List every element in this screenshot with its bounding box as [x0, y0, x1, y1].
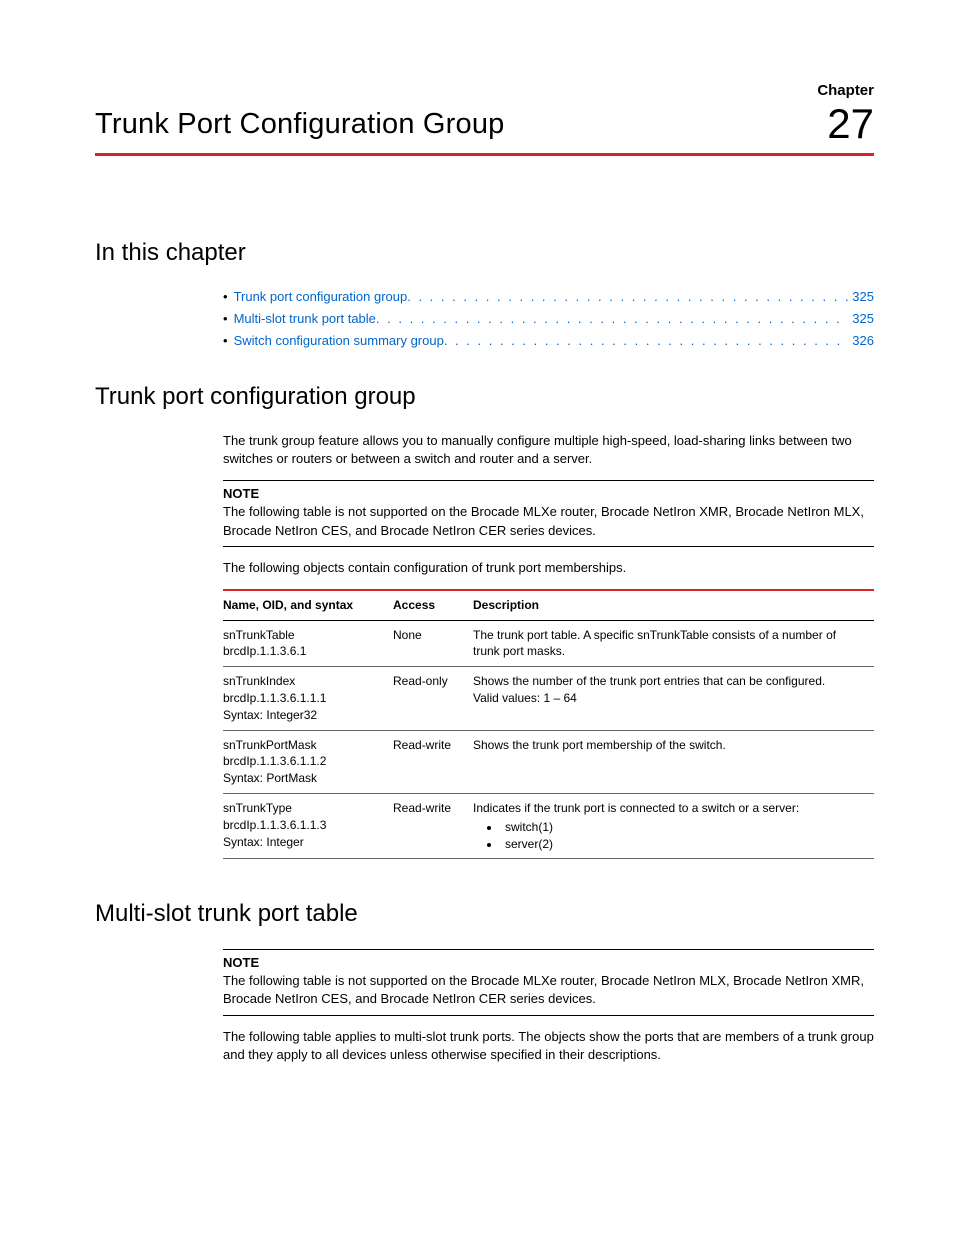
- section-in-this-chapter: In this chapter: [95, 236, 874, 270]
- cell-access: Read-only: [393, 667, 473, 730]
- cell-name: snTrunkTypebrcdIp.1.1.3.6.1.1.3Syntax: I…: [223, 794, 393, 859]
- section-trunk-group: Trunk port configuration group: [95, 380, 874, 414]
- cell-access: Read-write: [393, 794, 473, 859]
- th-name: Name, OID, and syntax: [223, 590, 393, 620]
- trunk-note: NOTE The following table is not supporte…: [223, 480, 874, 547]
- chapter-title: Trunk Port Configuration Group: [95, 104, 505, 145]
- toc-item: • Trunk port configuration group . . . . …: [223, 288, 874, 306]
- toc-page[interactable]: 326: [852, 332, 874, 350]
- cell-desc: Shows the trunk port membership of the s…: [473, 730, 874, 793]
- multi-note: NOTE The following table is not supporte…: [223, 949, 874, 1016]
- trunk-table: Name, OID, and syntax Access Description…: [223, 589, 874, 860]
- th-access: Access: [393, 590, 473, 620]
- note-label: NOTE: [223, 485, 874, 503]
- cell-name: snTrunkIndexbrcdIp.1.1.3.6.1.1.1Syntax: …: [223, 667, 393, 730]
- toc-link[interactable]: Trunk port configuration group: [234, 288, 408, 306]
- cell-desc: The trunk port table. A specific snTrunk…: [473, 620, 874, 667]
- trunk-content: The trunk group feature allows you to ma…: [223, 432, 874, 860]
- toc-page[interactable]: 325: [852, 288, 874, 306]
- toc-list: • Trunk port configuration group . . . . …: [223, 288, 874, 351]
- toc-block: • Trunk port configuration group . . . . …: [223, 288, 874, 351]
- table-row: snTrunkPortMaskbrcdIp.1.1.3.6.1.1.2Synta…: [223, 730, 874, 793]
- list-item: server(2): [501, 836, 866, 853]
- table-row: snTrunkTypebrcdIp.1.1.3.6.1.1.3Syntax: I…: [223, 794, 874, 859]
- chapter-label: Chapter: [95, 80, 874, 101]
- red-rule: [95, 153, 874, 156]
- page: Chapter Trunk Port Configuration Group 2…: [0, 0, 954, 1235]
- title-row: Trunk Port Configuration Group 27: [95, 103, 874, 145]
- trunk-intro: The trunk group feature allows you to ma…: [223, 432, 874, 468]
- toc-dots: . . . . . . . . . . . . . . . . . . . . …: [444, 332, 848, 350]
- multi-lead: The following table applies to multi-slo…: [223, 1028, 874, 1064]
- toc-link[interactable]: Switch configuration summary group: [234, 332, 444, 350]
- table-header-row: Name, OID, and syntax Access Description: [223, 590, 874, 620]
- toc-page[interactable]: 325: [852, 310, 874, 328]
- note-text: The following table is not supported on …: [223, 503, 874, 539]
- bullet-icon: •: [223, 288, 228, 306]
- multi-content: NOTE The following table is not supporte…: [223, 949, 874, 1064]
- toc-item: • Switch configuration summary group . . …: [223, 332, 874, 350]
- note-text: The following table is not supported on …: [223, 972, 874, 1008]
- desc-list: switch(1)server(2): [473, 819, 866, 853]
- toc-link[interactable]: Multi-slot trunk port table: [234, 310, 376, 328]
- bullet-icon: •: [223, 332, 228, 350]
- cell-desc: Shows the number of the trunk port entri…: [473, 667, 874, 730]
- bullet-icon: •: [223, 310, 228, 328]
- chapter-number: 27: [827, 103, 874, 145]
- cell-desc: Indicates if the trunk port is connected…: [473, 794, 874, 859]
- table-row: snTrunkIndexbrcdIp.1.1.3.6.1.1.1Syntax: …: [223, 667, 874, 730]
- cell-name: snTrunkTablebrcdIp.1.1.3.6.1: [223, 620, 393, 667]
- toc-item: • Multi-slot trunk port table . . . . . .…: [223, 310, 874, 328]
- cell-name: snTrunkPortMaskbrcdIp.1.1.3.6.1.1.2Synta…: [223, 730, 393, 793]
- cell-access: None: [393, 620, 473, 667]
- note-label: NOTE: [223, 954, 874, 972]
- table-row: snTrunkTablebrcdIp.1.1.3.6.1NoneThe trun…: [223, 620, 874, 667]
- cell-access: Read-write: [393, 730, 473, 793]
- th-desc: Description: [473, 590, 874, 620]
- section-multi-slot: Multi-slot trunk port table: [95, 897, 874, 931]
- toc-dots: . . . . . . . . . . . . . . . . . . . . …: [376, 310, 848, 328]
- toc-dots: . . . . . . . . . . . . . . . . . . . . …: [407, 288, 848, 306]
- trunk-lead: The following objects contain configurat…: [223, 559, 874, 577]
- list-item: switch(1): [501, 819, 866, 836]
- chapter-header: Chapter Trunk Port Configuration Group 2…: [95, 80, 874, 156]
